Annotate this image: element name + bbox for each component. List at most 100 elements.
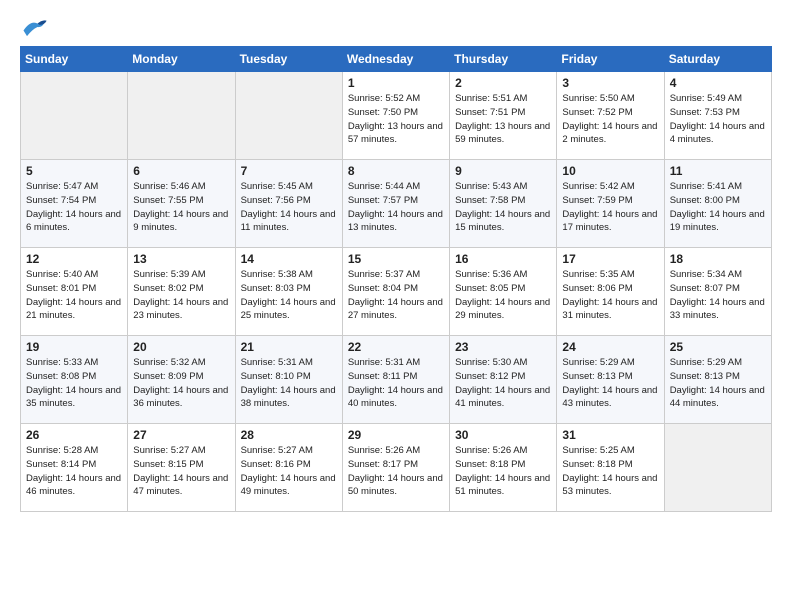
sunset-label: Sunset: 8:06 PM <box>562 283 632 294</box>
daylight-label: Daylight: 14 hours and 43 minutes. <box>562 385 657 410</box>
daylight-label: Daylight: 13 hours and 59 minutes. <box>455 121 550 146</box>
sunrise-label: Sunrise: 5:25 AM <box>562 445 634 456</box>
calendar-cell: 15 Sunrise: 5:37 AM Sunset: 8:04 PM Dayl… <box>342 248 449 336</box>
calendar-cell: 13 Sunrise: 5:39 AM Sunset: 8:02 PM Dayl… <box>128 248 235 336</box>
sunrise-label: Sunrise: 5:40 AM <box>26 269 98 280</box>
day-info: Sunrise: 5:29 AM Sunset: 8:13 PM Dayligh… <box>562 356 658 411</box>
sunrise-label: Sunrise: 5:41 AM <box>670 181 742 192</box>
day-info: Sunrise: 5:52 AM Sunset: 7:50 PM Dayligh… <box>348 92 444 147</box>
calendar-cell: 18 Sunrise: 5:34 AM Sunset: 8:07 PM Dayl… <box>664 248 771 336</box>
day-number: 22 <box>348 340 444 354</box>
sunset-label: Sunset: 8:01 PM <box>26 283 96 294</box>
daylight-label: Daylight: 14 hours and 33 minutes. <box>670 297 765 322</box>
calendar-cell: 14 Sunrise: 5:38 AM Sunset: 8:03 PM Dayl… <box>235 248 342 336</box>
sunset-label: Sunset: 8:00 PM <box>670 195 740 206</box>
calendar-cell: 27 Sunrise: 5:27 AM Sunset: 8:15 PM Dayl… <box>128 424 235 512</box>
header <box>20 16 772 38</box>
weekday-sunday: Sunday <box>21 47 128 72</box>
calendar-cell <box>235 72 342 160</box>
sunset-label: Sunset: 7:57 PM <box>348 195 418 206</box>
day-info: Sunrise: 5:44 AM Sunset: 7:57 PM Dayligh… <box>348 180 444 235</box>
day-info: Sunrise: 5:27 AM Sunset: 8:15 PM Dayligh… <box>133 444 229 499</box>
sunrise-label: Sunrise: 5:47 AM <box>26 181 98 192</box>
day-number: 18 <box>670 252 766 266</box>
day-info: Sunrise: 5:35 AM Sunset: 8:06 PM Dayligh… <box>562 268 658 323</box>
sunrise-label: Sunrise: 5:43 AM <box>455 181 527 192</box>
day-info: Sunrise: 5:46 AM Sunset: 7:55 PM Dayligh… <box>133 180 229 235</box>
day-number: 17 <box>562 252 658 266</box>
sunset-label: Sunset: 7:59 PM <box>562 195 632 206</box>
sunrise-label: Sunrise: 5:37 AM <box>348 269 420 280</box>
week-row-1: 1 Sunrise: 5:52 AM Sunset: 7:50 PM Dayli… <box>21 72 772 160</box>
day-info: Sunrise: 5:29 AM Sunset: 8:13 PM Dayligh… <box>670 356 766 411</box>
week-row-3: 12 Sunrise: 5:40 AM Sunset: 8:01 PM Dayl… <box>21 248 772 336</box>
daylight-label: Daylight: 13 hours and 57 minutes. <box>348 121 443 146</box>
calendar-cell: 26 Sunrise: 5:28 AM Sunset: 8:14 PM Dayl… <box>21 424 128 512</box>
day-number: 19 <box>26 340 122 354</box>
day-info: Sunrise: 5:27 AM Sunset: 8:16 PM Dayligh… <box>241 444 337 499</box>
day-number: 24 <box>562 340 658 354</box>
sunset-label: Sunset: 8:16 PM <box>241 459 311 470</box>
sunset-label: Sunset: 8:12 PM <box>455 371 525 382</box>
sunrise-label: Sunrise: 5:29 AM <box>670 357 742 368</box>
day-number: 25 <box>670 340 766 354</box>
day-info: Sunrise: 5:37 AM Sunset: 8:04 PM Dayligh… <box>348 268 444 323</box>
sunrise-label: Sunrise: 5:38 AM <box>241 269 313 280</box>
weekday-friday: Friday <box>557 47 664 72</box>
calendar-cell: 4 Sunrise: 5:49 AM Sunset: 7:53 PM Dayli… <box>664 72 771 160</box>
sunset-label: Sunset: 8:03 PM <box>241 283 311 294</box>
calendar-cell: 16 Sunrise: 5:36 AM Sunset: 8:05 PM Dayl… <box>450 248 557 336</box>
sunset-label: Sunset: 7:55 PM <box>133 195 203 206</box>
day-info: Sunrise: 5:30 AM Sunset: 8:12 PM Dayligh… <box>455 356 551 411</box>
calendar-cell: 21 Sunrise: 5:31 AM Sunset: 8:10 PM Dayl… <box>235 336 342 424</box>
day-info: Sunrise: 5:43 AM Sunset: 7:58 PM Dayligh… <box>455 180 551 235</box>
sunset-label: Sunset: 8:14 PM <box>26 459 96 470</box>
weekday-monday: Monday <box>128 47 235 72</box>
calendar-cell: 3 Sunrise: 5:50 AM Sunset: 7:52 PM Dayli… <box>557 72 664 160</box>
sunset-label: Sunset: 8:09 PM <box>133 371 203 382</box>
daylight-label: Daylight: 14 hours and 4 minutes. <box>670 121 765 146</box>
sunrise-label: Sunrise: 5:29 AM <box>562 357 634 368</box>
daylight-label: Daylight: 14 hours and 9 minutes. <box>133 209 228 234</box>
daylight-label: Daylight: 14 hours and 47 minutes. <box>133 473 228 498</box>
day-number: 23 <box>455 340 551 354</box>
weekday-thursday: Thursday <box>450 47 557 72</box>
daylight-label: Daylight: 14 hours and 51 minutes. <box>455 473 550 498</box>
weekday-header-row: SundayMondayTuesdayWednesdayThursdayFrid… <box>21 47 772 72</box>
daylight-label: Daylight: 14 hours and 2 minutes. <box>562 121 657 146</box>
calendar-cell: 17 Sunrise: 5:35 AM Sunset: 8:06 PM Dayl… <box>557 248 664 336</box>
calendar-table: SundayMondayTuesdayWednesdayThursdayFrid… <box>20 46 772 512</box>
sunrise-label: Sunrise: 5:50 AM <box>562 93 634 104</box>
sunrise-label: Sunrise: 5:39 AM <box>133 269 205 280</box>
sunset-label: Sunset: 8:18 PM <box>455 459 525 470</box>
sunrise-label: Sunrise: 5:45 AM <box>241 181 313 192</box>
sunrise-label: Sunrise: 5:36 AM <box>455 269 527 280</box>
sunset-label: Sunset: 8:04 PM <box>348 283 418 294</box>
calendar-cell: 7 Sunrise: 5:45 AM Sunset: 7:56 PM Dayli… <box>235 160 342 248</box>
day-number: 20 <box>133 340 229 354</box>
day-number: 13 <box>133 252 229 266</box>
day-number: 4 <box>670 76 766 90</box>
calendar-cell: 10 Sunrise: 5:42 AM Sunset: 7:59 PM Dayl… <box>557 160 664 248</box>
sunrise-label: Sunrise: 5:31 AM <box>348 357 420 368</box>
daylight-label: Daylight: 14 hours and 41 minutes. <box>455 385 550 410</box>
sunset-label: Sunset: 8:10 PM <box>241 371 311 382</box>
daylight-label: Daylight: 14 hours and 35 minutes. <box>26 385 121 410</box>
sunrise-label: Sunrise: 5:31 AM <box>241 357 313 368</box>
day-info: Sunrise: 5:40 AM Sunset: 8:01 PM Dayligh… <box>26 268 122 323</box>
day-number: 30 <box>455 428 551 442</box>
sunrise-label: Sunrise: 5:35 AM <box>562 269 634 280</box>
day-info: Sunrise: 5:25 AM Sunset: 8:18 PM Dayligh… <box>562 444 658 499</box>
calendar-cell <box>664 424 771 512</box>
day-info: Sunrise: 5:28 AM Sunset: 8:14 PM Dayligh… <box>26 444 122 499</box>
day-number: 12 <box>26 252 122 266</box>
daylight-label: Daylight: 14 hours and 21 minutes. <box>26 297 121 322</box>
calendar-cell: 25 Sunrise: 5:29 AM Sunset: 8:13 PM Dayl… <box>664 336 771 424</box>
day-number: 31 <box>562 428 658 442</box>
day-number: 26 <box>26 428 122 442</box>
calendar-cell: 8 Sunrise: 5:44 AM Sunset: 7:57 PM Dayli… <box>342 160 449 248</box>
sunset-label: Sunset: 8:07 PM <box>670 283 740 294</box>
sunset-label: Sunset: 8:05 PM <box>455 283 525 294</box>
day-number: 7 <box>241 164 337 178</box>
calendar-cell: 24 Sunrise: 5:29 AM Sunset: 8:13 PM Dayl… <box>557 336 664 424</box>
